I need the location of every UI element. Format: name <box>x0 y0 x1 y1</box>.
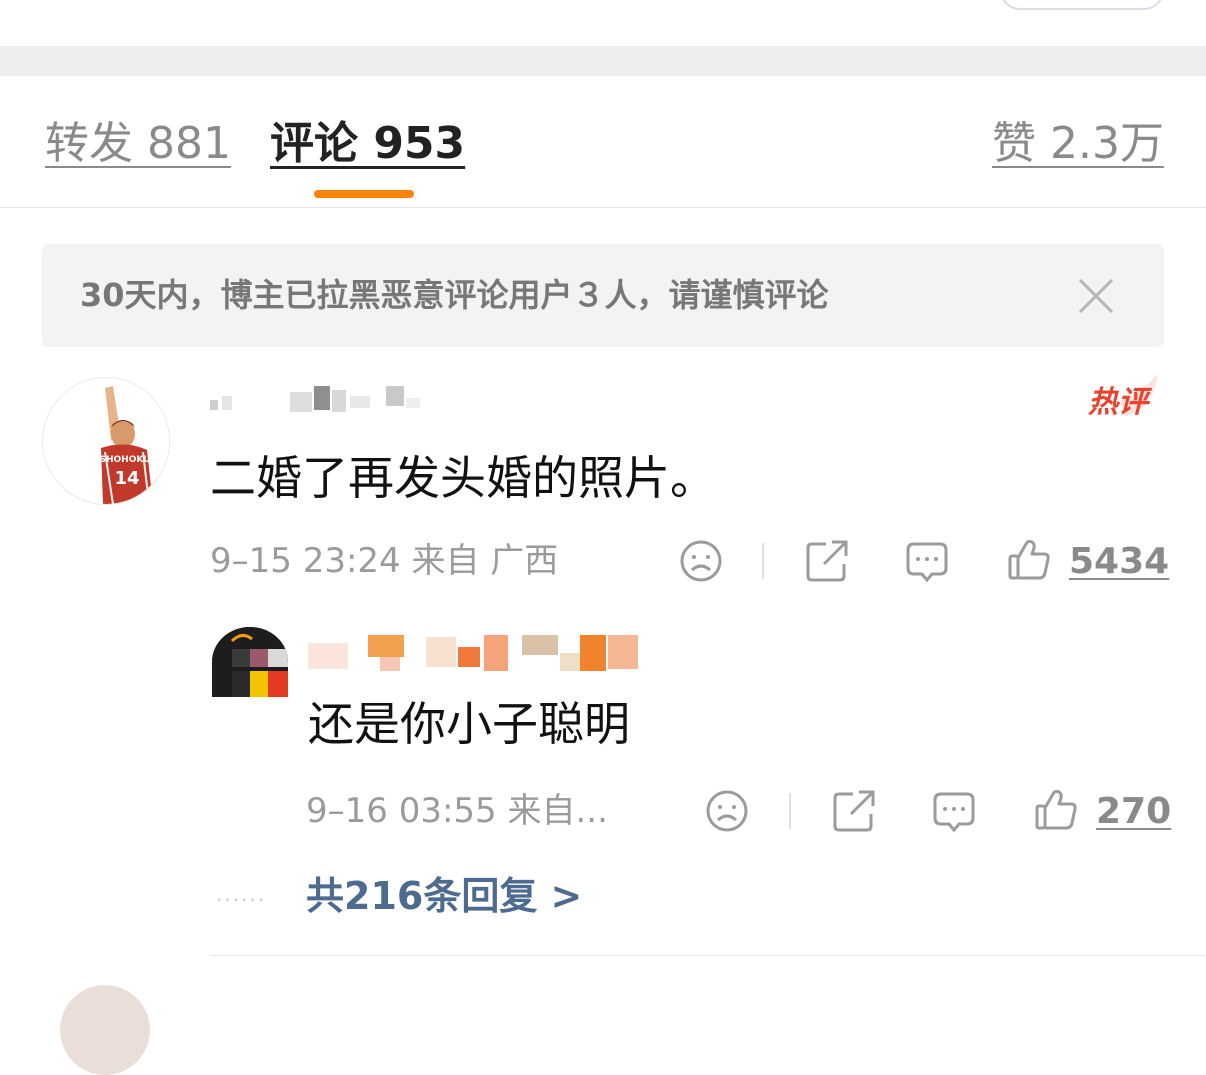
username-blurred[interactable] <box>210 382 430 416</box>
hot-comment-badge: 热评 <box>1086 370 1162 424</box>
top-pill-button[interactable] <box>1000 0 1164 10</box>
tabs-divider <box>0 207 1206 208</box>
reply-username-blurred[interactable] <box>308 633 638 673</box>
share-icon[interactable] <box>804 538 850 584</box>
action-separator <box>762 543 764 579</box>
reply-avatar[interactable] <box>212 627 288 697</box>
comment-divider <box>210 955 1206 956</box>
reply-text: 还是你小子聪明 <box>308 697 630 751</box>
comment-icon[interactable] <box>904 538 950 584</box>
notice-text: 30天内，博主已拉黑恶意评论用户３人，请谨慎评论 <box>80 276 829 314</box>
reply-meta: 9–16 03:55 来自... <box>306 791 608 831</box>
like-icon[interactable] <box>1006 536 1052 582</box>
close-icon[interactable] <box>1076 276 1116 316</box>
avatar[interactable]: SHOHOKU 14 <box>42 377 170 505</box>
notice-banner: 30天内，博主已拉黑恶意评论用户３人，请谨慎评论 <box>42 244 1164 347</box>
comment-meta: 9–15 23:24 来自 广西 <box>210 541 559 581</box>
like-count[interactable]: 5434 <box>1069 540 1169 584</box>
dislike-icon[interactable] <box>678 538 724 584</box>
more-replies-dots: ······ <box>216 888 267 912</box>
avatar-jersey-number: 14 <box>114 468 139 489</box>
reply-comment-icon[interactable] <box>931 788 977 834</box>
reply-share-icon[interactable] <box>831 788 877 834</box>
next-comment-avatar[interactable] <box>60 985 150 1075</box>
tab-repost[interactable]: 转发 881 <box>45 114 231 174</box>
avatar-jersey-text: SHOHOKU <box>100 455 151 465</box>
section-separator <box>0 46 1206 76</box>
reply-like-count[interactable]: 270 <box>1096 790 1171 834</box>
reply-dislike-icon[interactable] <box>704 788 750 834</box>
comment-text: 二婚了再发头婚的照片。 <box>210 451 716 505</box>
tab-active-indicator <box>314 190 414 198</box>
hot-comment-badge-text: 热评 <box>1087 385 1153 420</box>
view-all-replies-link[interactable]: 共216条回复 > <box>306 872 582 920</box>
reply-action-separator <box>789 793 791 829</box>
tab-comments[interactable]: 评论 953 <box>270 114 465 174</box>
tab-likes[interactable]: 赞 2.3万 <box>992 114 1164 174</box>
reply-like-icon[interactable] <box>1033 786 1079 832</box>
